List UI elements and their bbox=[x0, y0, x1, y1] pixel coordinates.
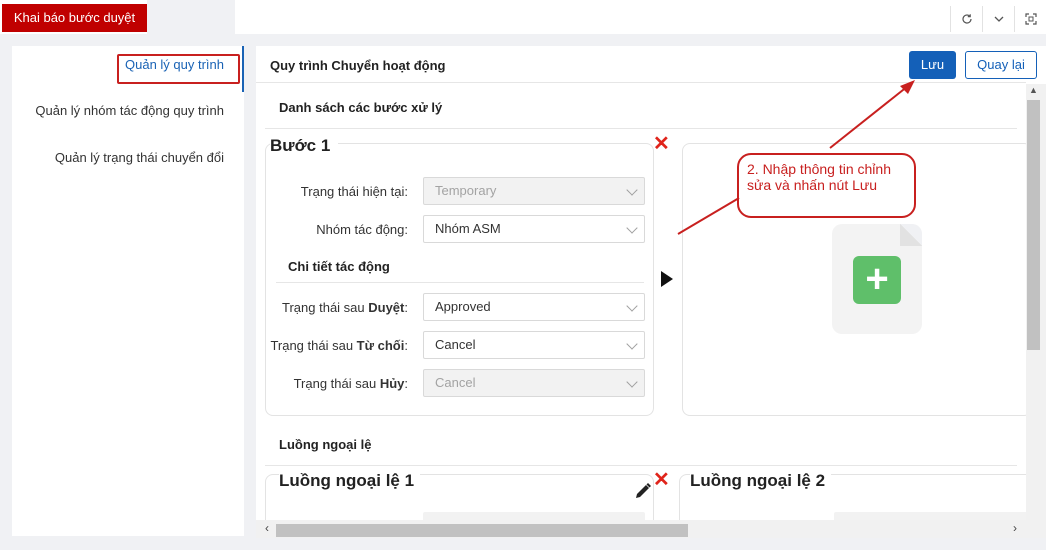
annotation-highlight-box bbox=[117, 54, 240, 84]
divider bbox=[265, 128, 1017, 129]
reject-status-value: Cancel bbox=[435, 337, 476, 352]
exception-2-title: Luồng ngoại lệ 2 bbox=[690, 471, 832, 491]
detail-heading: Chi tiết tác động bbox=[288, 259, 390, 274]
group-select[interactable]: Nhóm ASM bbox=[423, 215, 645, 243]
pencil-icon[interactable] bbox=[634, 482, 652, 503]
chevron-down-icon bbox=[626, 300, 638, 312]
vertical-scroll-thumb[interactable] bbox=[1027, 100, 1040, 350]
cancel-prefix: Trạng thái sau bbox=[293, 376, 380, 391]
cancel-bold: Hủy bbox=[379, 376, 405, 391]
approve-status-value: Approved bbox=[435, 299, 491, 314]
exception-1-title: Luồng ngoại lệ 1 bbox=[279, 471, 421, 491]
exceptions-section-title: Luồng ngoại lệ bbox=[279, 437, 372, 452]
divider bbox=[256, 82, 1026, 83]
chevron-down-icon bbox=[626, 184, 638, 196]
chevron-down-icon bbox=[626, 376, 638, 388]
approve-bold: Duyệt bbox=[368, 300, 405, 315]
tab-khai-bao-buoc-duyet[interactable]: Khai báo bước duyệt bbox=[2, 4, 147, 32]
current-status-select: Temporary bbox=[423, 177, 645, 205]
reject-prefix: Trạng thái sau bbox=[270, 338, 357, 353]
step-title: Bước 1 bbox=[270, 136, 339, 156]
current-status-label: Trạng thái hiện tại: bbox=[300, 184, 408, 199]
cancel-status-select: Cancel bbox=[423, 369, 645, 397]
reject-status-select[interactable]: Cancel bbox=[423, 331, 645, 359]
remove-step-icon[interactable]: ✕ bbox=[653, 134, 670, 154]
current-status-value: Temporary bbox=[435, 183, 497, 198]
window-controls bbox=[950, 6, 1046, 32]
colon: : bbox=[404, 338, 408, 353]
main-panel: Quy trình Chuyển hoạt động Lưu Quay lại … bbox=[256, 46, 1046, 538]
reject-bold: Từ chối bbox=[356, 338, 405, 353]
annotation-callout: 2. Nhập thông tin chỉnh sửa và nhấn nút … bbox=[737, 153, 916, 218]
colon: : bbox=[404, 376, 408, 391]
scroll-left-icon[interactable]: ‹ bbox=[265, 521, 269, 535]
page-title: Quy trình Chuyển hoạt động bbox=[270, 58, 446, 73]
reject-status-label: Trạng thái sau Từ chối: bbox=[258, 338, 408, 353]
horizontal-scroll-thumb[interactable] bbox=[276, 524, 688, 537]
cancel-status-label: Trạng thái sau Hủy: bbox=[258, 376, 408, 391]
scroll-right-icon[interactable]: › bbox=[1013, 521, 1017, 535]
divider bbox=[276, 282, 644, 283]
save-button[interactable]: Lưu bbox=[909, 51, 956, 79]
approve-prefix: Trạng thái sau bbox=[282, 300, 369, 315]
sidebar-item-quan-ly-trang-thai[interactable]: Quản lý trạng thái chuyển đổi bbox=[55, 150, 224, 165]
approve-status-label: Trạng thái sau Duyệt: bbox=[258, 300, 408, 315]
group-value: Nhóm ASM bbox=[435, 221, 501, 236]
sidebar-item-quan-ly-nhom-tac-dong[interactable]: Quản lý nhóm tác động quy trình bbox=[35, 103, 224, 118]
sidebar: Quản lý quy trình Quản lý nhóm tác động … bbox=[12, 46, 244, 536]
chevron-down-icon[interactable] bbox=[982, 6, 1014, 32]
chevron-down-icon bbox=[626, 222, 638, 234]
cancel-status-value: Cancel bbox=[435, 375, 476, 390]
colon: : bbox=[404, 300, 408, 315]
fullscreen-icon[interactable] bbox=[1014, 6, 1046, 32]
chevron-down-icon bbox=[626, 338, 638, 350]
group-label: Nhóm tác động: bbox=[316, 222, 408, 237]
topbar-gap bbox=[147, 0, 235, 34]
approve-status-select[interactable]: Approved bbox=[423, 293, 645, 321]
add-step-plus-icon[interactable]: + bbox=[853, 256, 901, 304]
back-button[interactable]: Quay lại bbox=[965, 51, 1037, 79]
refresh-icon[interactable] bbox=[950, 6, 982, 32]
next-step-arrow-icon bbox=[661, 271, 673, 287]
sidebar-active-indicator bbox=[242, 46, 244, 92]
document-fold-icon bbox=[900, 224, 922, 246]
remove-exception-1-icon[interactable]: ✕ bbox=[653, 470, 670, 490]
divider bbox=[265, 465, 1017, 466]
scroll-up-icon[interactable]: ▲ bbox=[1029, 85, 1038, 95]
top-bar: Khai báo bước duyệt bbox=[0, 0, 1046, 34]
steps-section-title: Danh sách các bước xử lý bbox=[279, 100, 443, 115]
